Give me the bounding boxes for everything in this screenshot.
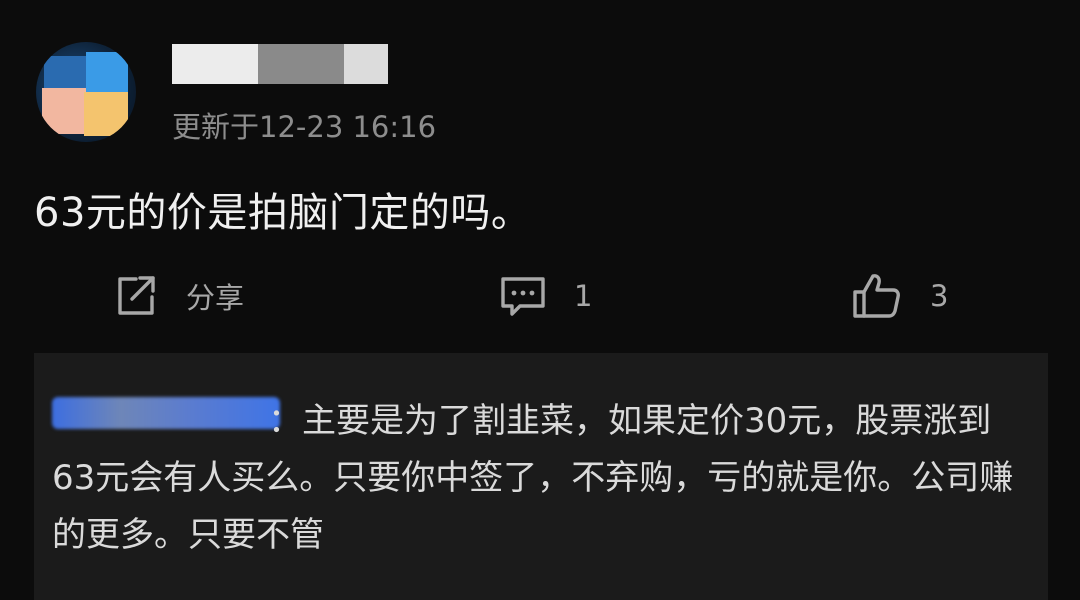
- reply-count: 1: [574, 279, 593, 313]
- user-avatar[interactable]: [36, 42, 136, 142]
- reply-content: ：主要是为了割韭菜，如果定价30元，股票涨到63元会有人买么。只要你中签了，不弃…: [52, 393, 1032, 564]
- redacted-username[interactable]: [172, 44, 388, 84]
- share-button[interactable]: 分享: [112, 270, 244, 322]
- reply-button[interactable]: 1: [498, 270, 592, 322]
- thumbs-up-icon: [850, 271, 902, 321]
- reply-card[interactable]: ：主要是为了割韭菜，如果定价30元，股票涨到63元会有人买么。只要你中签了，不弃…: [34, 353, 1048, 600]
- like-count: 3: [930, 279, 949, 313]
- avatar-pixel-block: [86, 52, 128, 96]
- share-icon: [112, 273, 158, 319]
- redaction-block: [344, 44, 388, 84]
- avatar-pixel-block: [44, 56, 86, 90]
- redaction-block: [258, 44, 344, 84]
- post-content: 63元的价是拍脑门定的吗。: [34, 190, 532, 236]
- share-label: 分享: [186, 281, 245, 315]
- avatar-pixel-block: [84, 92, 128, 136]
- reply-separator: ：: [268, 401, 302, 441]
- post-timestamp: 更新于12-23 16:16: [172, 110, 437, 144]
- avatar-pixel-block: [42, 88, 86, 134]
- redaction-block: [172, 44, 258, 84]
- like-button[interactable]: 3: [850, 270, 948, 322]
- comment-icon: [498, 273, 548, 319]
